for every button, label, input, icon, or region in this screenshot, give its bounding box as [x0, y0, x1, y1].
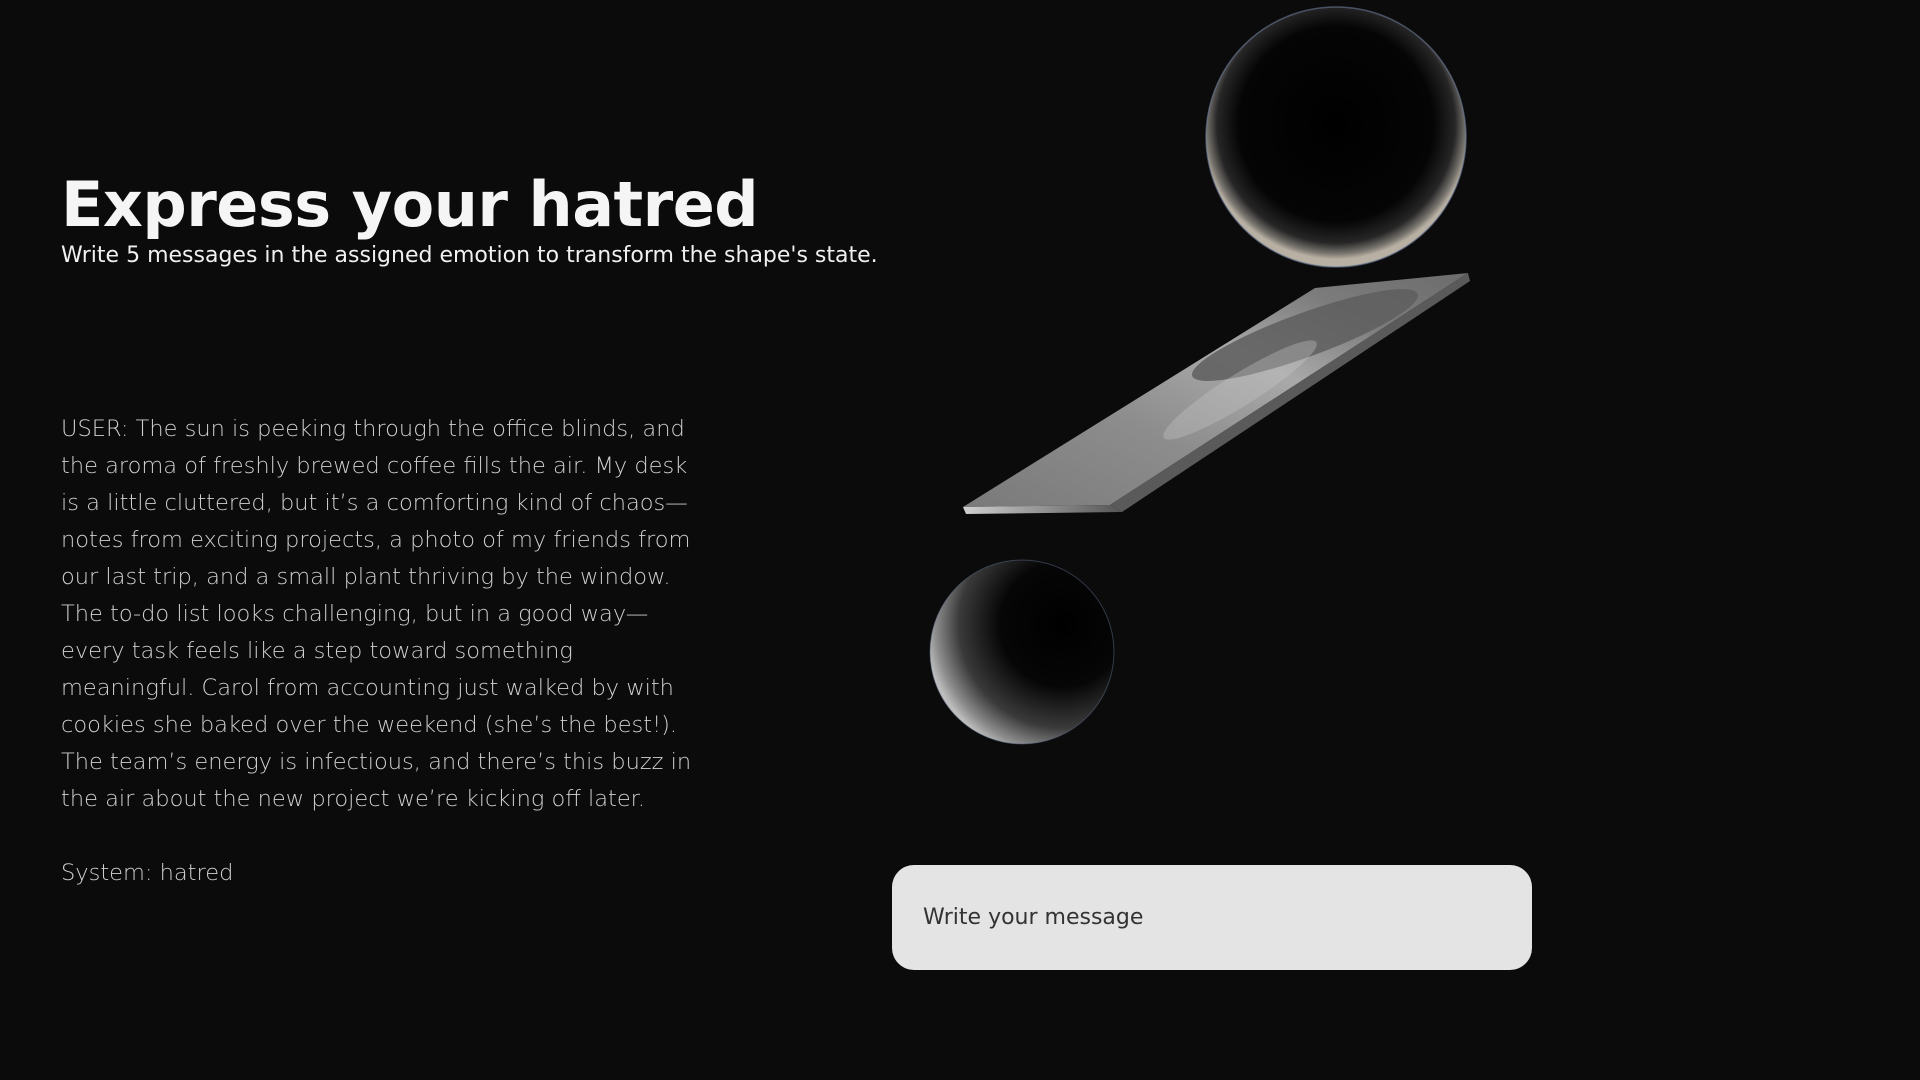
message-composer[interactable] [892, 865, 1532, 970]
conversation-log: USER: The sun is peeking through the off… [61, 411, 701, 892]
user-message: USER: The sun is peeking through the off… [61, 416, 691, 590]
page: Express your hatred Write 5 messages in … [0, 0, 1920, 1080]
emotion-shape-scene [929, 6, 1470, 745]
bottom-sphere-shape [930, 560, 1114, 744]
system-message: System: hatred [61, 860, 234, 886]
top-sphere-shape [1205, 6, 1467, 268]
user-message-continued: The to-do list looks challenging, but in… [61, 601, 692, 812]
page-title: Express your hatred [61, 168, 759, 241]
message-input[interactable] [921, 904, 1503, 931]
slab-shape [963, 273, 1470, 514]
page-subtitle: Write 5 messages in the assigned emotion… [61, 243, 878, 268]
